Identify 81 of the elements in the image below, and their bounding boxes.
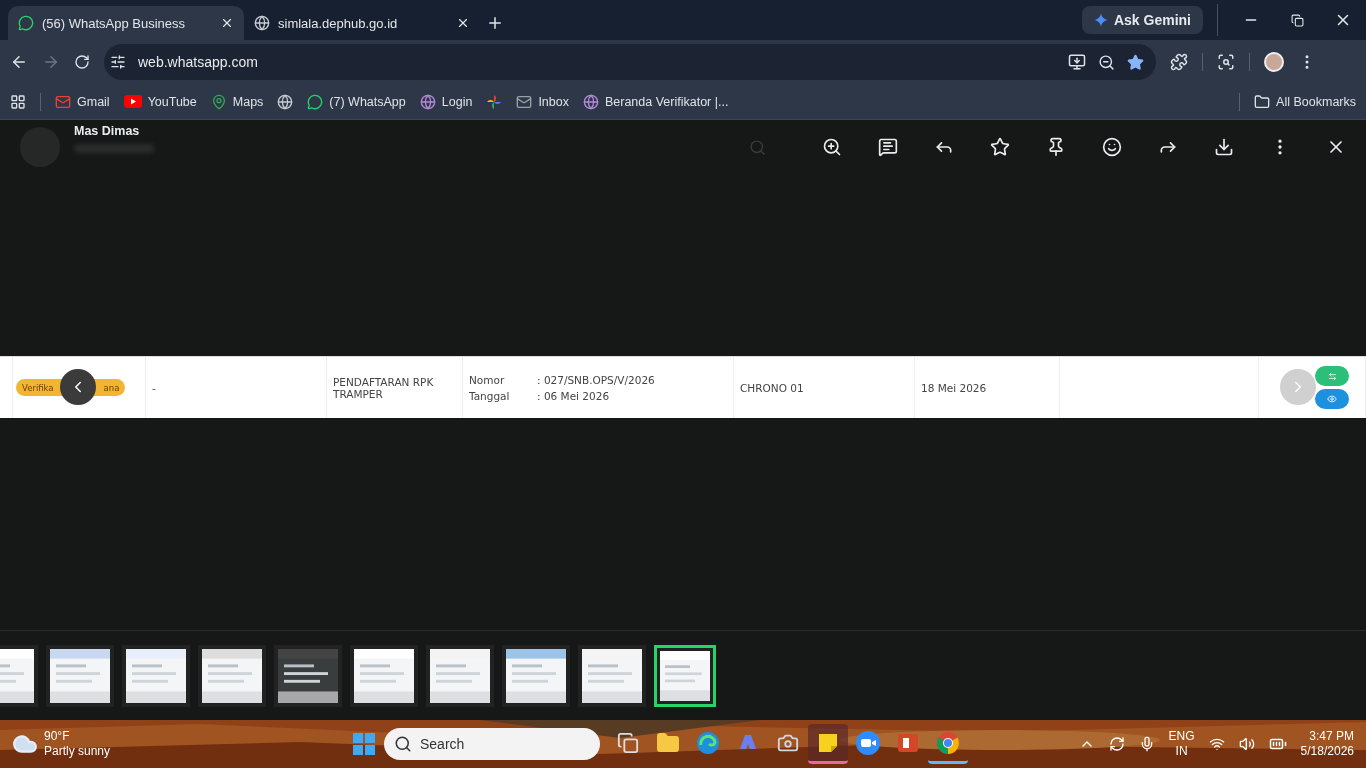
weather-widget[interactable]: 90°F Partly sunny: [12, 729, 352, 759]
clock[interactable]: 3:47 PM 5/18/2026: [1300, 729, 1354, 759]
field-label: Nomor: [469, 373, 506, 386]
taskbar-app[interactable]: [808, 724, 848, 764]
thumbnail[interactable]: [350, 644, 418, 707]
emblem-icon: [582, 93, 599, 110]
pin-icon[interactable]: [1046, 137, 1066, 157]
search-field[interactable]: Search: [384, 728, 600, 760]
play-icon: [123, 95, 142, 108]
folder-icon: [1254, 93, 1271, 110]
mail-icon: [55, 93, 71, 110]
windows-logo-icon[interactable]: [352, 732, 376, 756]
thumbnail[interactable]: [426, 644, 494, 707]
swap-icon: [1327, 371, 1337, 381]
profile-avatar[interactable]: [1264, 52, 1284, 72]
star-icon[interactable]: [1127, 53, 1144, 71]
thumbnail[interactable]: [46, 644, 114, 707]
language-indicator[interactable]: ENG IN: [1168, 729, 1195, 759]
thumbnail[interactable]: [274, 644, 342, 707]
browser-tab[interactable]: simlala.dephub.go.id: [244, 6, 480, 40]
bookmark[interactable]: Maps: [210, 93, 264, 110]
eye-icon: [1327, 394, 1337, 404]
emblem-icon: [419, 93, 436, 110]
contact-name: Mas Dimas: [74, 123, 141, 138]
close-icon[interactable]: [456, 16, 470, 30]
chat-bubble-icon: [307, 93, 324, 110]
zoom-out-icon[interactable]: [1098, 53, 1115, 71]
field-label: Tanggal: [469, 389, 511, 402]
windows-icon: [617, 731, 639, 754]
zoom-in-icon[interactable]: [822, 137, 842, 157]
bookmark[interactable]: Inbox: [516, 93, 569, 110]
address-bar[interactable]: web.whatsapp.com: [104, 44, 1156, 80]
new-tab-icon[interactable]: [486, 14, 504, 32]
table-cell: -: [152, 381, 156, 394]
browser-logo-icon: [936, 730, 960, 755]
map-pin-icon: [210, 93, 227, 110]
sparkle-icon: [1093, 13, 1108, 27]
download-icon[interactable]: [1214, 137, 1234, 157]
browser-tab[interactable]: (56) WhatsApp Business: [8, 6, 244, 40]
table-cell: 18 Mei 2026: [921, 381, 987, 394]
chat-bubble-icon: [18, 15, 34, 31]
ask-gemini-button[interactable]: Ask Gemini: [1081, 6, 1203, 34]
thumbnail[interactable]: [654, 644, 716, 707]
swirl-icon: [696, 730, 720, 755]
caption-icon[interactable]: [878, 137, 898, 157]
smiley-icon[interactable]: [1102, 137, 1122, 157]
bookmark[interactable]: (7) WhatsApp: [307, 93, 406, 110]
thumbnail[interactable]: [578, 644, 646, 707]
bookmark[interactable]: Login: [419, 93, 473, 110]
close-icon[interactable]: [220, 16, 234, 30]
search-icon: [394, 735, 412, 753]
video-camera-icon: [855, 729, 881, 756]
screen-search-icon[interactable]: [1217, 53, 1235, 71]
bookmark[interactable]: [277, 93, 294, 110]
reload-icon[interactable]: [74, 54, 90, 70]
globe-icon: [277, 93, 294, 110]
site-settings-icon[interactable]: [110, 54, 126, 70]
field-value: : 027/SNB.OPS/V/2026: [537, 373, 655, 386]
field-value: : 06 Mei 2026: [537, 389, 611, 402]
apps-icon[interactable]: [10, 93, 26, 110]
wifi-icon[interactable]: [1208, 736, 1225, 752]
install-icon[interactable]: [1068, 53, 1086, 71]
bookmark[interactable]: YouTube: [123, 94, 197, 109]
globe-icon: [254, 15, 270, 31]
bookmark[interactable]: Beranda Verifikator |...: [582, 93, 729, 110]
view-button[interactable]: [1315, 389, 1349, 409]
thumbnail[interactable]: [502, 644, 570, 707]
envelope-icon: [516, 93, 533, 110]
back-icon[interactable]: [10, 53, 28, 71]
pinwheel-icon: [486, 93, 503, 110]
table-cell: CHRONO 01: [740, 381, 804, 394]
extensions-icon[interactable]: [1170, 53, 1188, 71]
table-cell-text: PENDAFTARAN RPK TRAMPER: [333, 375, 435, 400]
restore-icon[interactable]: [1290, 13, 1304, 27]
volume-icon[interactable]: [1238, 736, 1255, 752]
thumbnail[interactable]: [122, 644, 190, 707]
sync-icon[interactable]: [1108, 736, 1125, 752]
all-bookmarks[interactable]: All Bookmarks: [1254, 93, 1356, 110]
bookmark[interactable]: Gmail: [55, 93, 110, 110]
bookmark[interactable]: [486, 93, 503, 110]
thumbnail[interactable]: [198, 644, 266, 707]
